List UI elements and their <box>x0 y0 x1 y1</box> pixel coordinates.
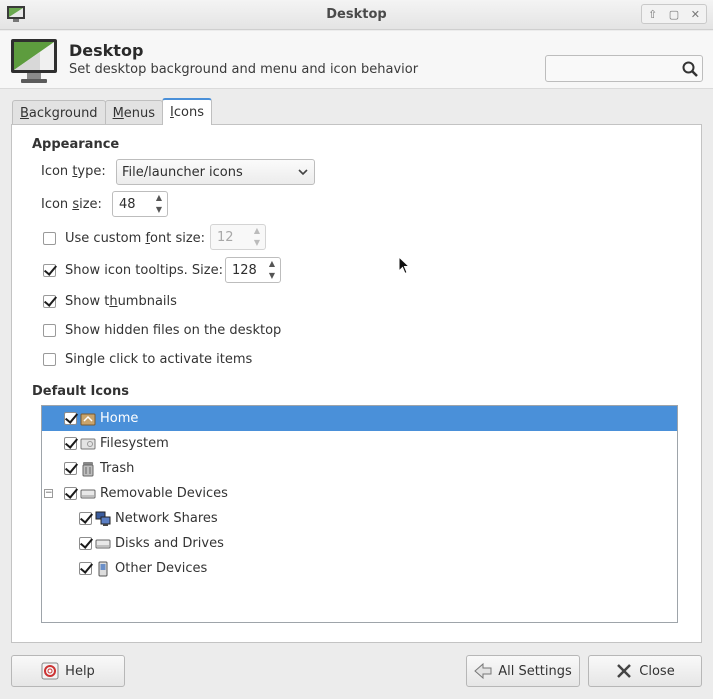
tree-row-removable-devices[interactable]: − Removable Devices <box>42 481 677 506</box>
custom-font-size-label: Use custom font size: <box>65 230 206 246</box>
tooltip-size-value: 128 <box>232 262 257 278</box>
icon-size-label: Icon size: <box>41 197 102 212</box>
tree-row-disks-drives[interactable]: Disks and Drives <box>42 531 677 556</box>
tree-row-network-shares[interactable]: Network Shares <box>42 506 677 531</box>
spin-down-icon[interactable]: ▼ <box>269 271 275 281</box>
tooltips-label: Show icon tooltips. Size: <box>65 262 223 278</box>
icon-size-value: 48 <box>119 196 136 212</box>
filesystem-checkbox[interactable] <box>64 437 77 450</box>
trash-checkbox[interactable] <box>64 462 77 475</box>
tab-bar: Background Menus Icons <box>12 98 212 126</box>
search-icon[interactable] <box>681 60 699 78</box>
close-button[interactable]: Close <box>588 655 702 687</box>
custom-font-size-value: 12 <box>217 229 234 245</box>
header-title: Desktop <box>69 41 144 60</box>
home-icon <box>80 413 96 425</box>
title-bar: Desktop ⇧ ▢ ✕ <box>0 0 713 30</box>
thumbnails-label: Show thumbnails <box>65 293 177 309</box>
custom-font-size-row[interactable]: Use custom font size: <box>43 228 205 248</box>
default-icons-heading: Default Icons <box>32 384 129 399</box>
tree-row-other-devices[interactable]: Other Devices <box>42 556 677 581</box>
home-checkbox[interactable] <box>64 412 77 425</box>
window-controls: ⇧ ▢ ✕ <box>641 4 707 24</box>
roll-up-icon[interactable]: ⇧ <box>642 5 663 23</box>
single-click-row[interactable]: Single click to activate items <box>43 349 252 369</box>
tooltips-row[interactable]: Show icon tooltips. Size: <box>43 260 223 280</box>
dialog-header: Desktop Set desktop background and menu … <box>0 31 713 89</box>
close-icon[interactable]: ✕ <box>685 5 706 23</box>
custom-font-size-spinner[interactable]: 12 ▲ ▼ <box>210 224 266 250</box>
single-click-checkbox[interactable] <box>43 352 56 366</box>
window-title: Desktop <box>326 7 387 22</box>
hidden-files-checkbox[interactable] <box>43 323 56 337</box>
icon-type-label: Icon type: <box>41 164 106 179</box>
tree-row-filesystem[interactable]: Filesystem <box>42 431 677 456</box>
tooltip-size-spinner[interactable]: 128 ▲ ▼ <box>225 257 281 283</box>
spin-down-icon[interactable]: ▼ <box>156 205 162 215</box>
mouse-cursor-icon <box>398 256 410 275</box>
icon-type-select[interactable]: File/launcher icons <box>116 159 315 185</box>
drive-icon <box>95 539 111 548</box>
default-icons-tree[interactable]: Home Filesystem Trash − Removable Device… <box>41 405 678 623</box>
network-shares-checkbox[interactable] <box>79 512 92 525</box>
tree-row-home[interactable]: Home <box>42 406 677 431</box>
maximize-icon[interactable]: ▢ <box>663 5 684 23</box>
hidden-files-row[interactable]: Show hidden files on the desktop <box>43 320 281 340</box>
single-click-label: Single click to activate items <box>65 351 253 367</box>
close-icon <box>617 664 632 678</box>
tab-icons[interactable]: Icons <box>162 98 212 125</box>
drive-icon <box>80 438 96 449</box>
removable-devices-checkbox[interactable] <box>64 487 77 500</box>
chevron-down-icon <box>298 169 308 176</box>
search-box <box>545 55 703 82</box>
spin-up-icon[interactable]: ▲ <box>269 259 275 269</box>
tab-menus[interactable]: Menus <box>104 100 164 126</box>
hidden-files-label: Show hidden files on the desktop <box>65 322 282 338</box>
header-subtitle: Set desktop background and menu and icon… <box>69 62 419 77</box>
spin-up-icon: ▲ <box>253 226 261 235</box>
icon-size-spinner[interactable]: 48 ▲ ▼ <box>112 191 168 217</box>
tooltips-checkbox[interactable] <box>43 263 56 277</box>
spin-down-icon: ▼ <box>253 238 261 247</box>
icon-type-value: File/launcher icons <box>122 164 243 180</box>
other-devices-checkbox[interactable] <box>79 562 92 575</box>
custom-font-size-checkbox[interactable] <box>43 231 56 245</box>
help-button[interactable]: Help <box>11 655 125 687</box>
back-arrow-icon <box>474 662 492 680</box>
trash-icon <box>82 461 94 476</box>
help-icon <box>41 662 59 680</box>
disks-drives-checkbox[interactable] <box>79 537 92 550</box>
drive-icon <box>80 489 96 498</box>
tree-row-trash[interactable]: Trash <box>42 456 677 481</box>
appearance-heading: Appearance <box>32 137 120 152</box>
collapse-icon[interactable]: − <box>44 489 53 498</box>
tab-background[interactable]: Background <box>12 100 106 126</box>
all-settings-button[interactable]: All Settings <box>466 655 580 687</box>
spin-up-icon[interactable]: ▲ <box>156 193 162 203</box>
icons-panel: Appearance Icon type: File/launcher icon… <box>11 124 702 643</box>
desktop-icon <box>11 39 57 83</box>
network-icon <box>95 511 111 526</box>
thumbnails-checkbox[interactable] <box>43 294 56 308</box>
search-input[interactable] <box>546 56 676 81</box>
phone-icon <box>98 561 108 576</box>
thumbnails-row[interactable]: Show thumbnails <box>43 291 177 311</box>
